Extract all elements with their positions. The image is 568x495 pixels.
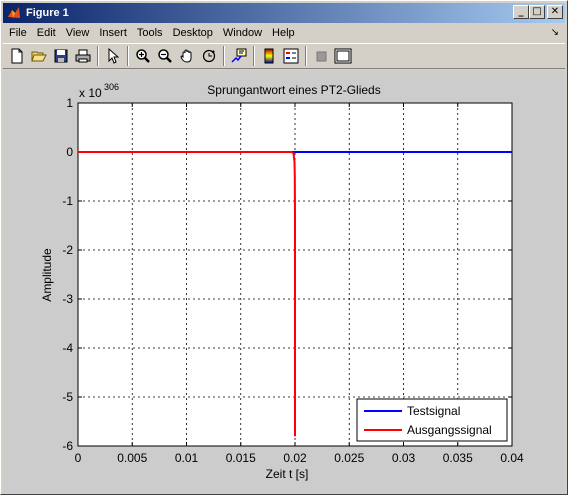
y-axis-label: Amplitude bbox=[40, 248, 54, 302]
hide-plot-tools-icon[interactable] bbox=[310, 45, 332, 67]
menu-tools[interactable]: Tools bbox=[132, 27, 168, 39]
open-file-icon[interactable] bbox=[28, 45, 50, 67]
zoom-out-icon[interactable] bbox=[154, 45, 176, 67]
y-tick-label: 0 bbox=[66, 145, 73, 159]
print-icon[interactable] bbox=[72, 45, 94, 67]
x-tick-label: 0.02 bbox=[283, 451, 307, 465]
y-tick-label: -3 bbox=[62, 292, 73, 306]
maximize-icon: □ bbox=[532, 6, 542, 17]
y-tick-label: -1 bbox=[62, 194, 73, 208]
legend-label-testsignal: Testsignal bbox=[407, 404, 460, 418]
figure-canvas[interactable]: 0 0.005 0.01 0.015 0.02 0.025 0.03 0.035 0.04 1 0-… bbox=[3, 71, 565, 493]
pan-icon[interactable] bbox=[176, 45, 198, 67]
toolbar-separator bbox=[127, 46, 129, 66]
x-tick-label: 0 bbox=[75, 451, 82, 465]
x-tick-label: 0.005 bbox=[117, 451, 147, 465]
legend-label-ausgangssignal: Ausgangssignal bbox=[407, 423, 492, 437]
menu-edit[interactable]: Edit bbox=[32, 27, 61, 39]
y-tick-label: -6 bbox=[62, 439, 73, 453]
zoom-in-icon[interactable] bbox=[132, 45, 154, 67]
menu-insert[interactable]: Insert bbox=[94, 27, 132, 39]
x-tick-label: 0.025 bbox=[334, 451, 364, 465]
menu-window[interactable]: Window bbox=[218, 27, 267, 39]
save-icon[interactable] bbox=[50, 45, 72, 67]
toolbar-separator bbox=[223, 46, 225, 66]
insert-colorbar-icon[interactable] bbox=[258, 45, 280, 67]
close-icon: ✕ bbox=[550, 6, 560, 17]
y-exponent-power: 306 bbox=[104, 82, 119, 92]
window-title: Figure 1 bbox=[26, 7, 69, 19]
minimize-button[interactable]: _ bbox=[513, 5, 529, 19]
dock-figure-icon[interactable]: ↘ bbox=[551, 27, 559, 38]
figure-window: Figure 1 _ □ ✕ File Edit View Insert Too… bbox=[0, 0, 568, 495]
menu-bar: File Edit View Insert Tools Desktop Wind… bbox=[3, 24, 565, 42]
insert-legend-icon[interactable] bbox=[280, 45, 302, 67]
minimize-icon: _ bbox=[518, 6, 524, 17]
y-exponent-base: x 10 bbox=[79, 86, 102, 100]
x-tick-label: 0.015 bbox=[226, 451, 256, 465]
rotate-3d-icon[interactable] bbox=[198, 45, 220, 67]
legend[interactable]: Testsignal Ausgangssignal bbox=[356, 398, 508, 442]
maximize-button[interactable]: □ bbox=[529, 5, 545, 19]
title-bar[interactable]: Figure 1 _ □ ✕ bbox=[3, 3, 565, 23]
y-tick-label: 1 bbox=[66, 96, 73, 110]
plot-svg: 0 0.005 0.01 0.015 0.02 0.025 0.03 0.035 0.0410-… bbox=[40, 82, 524, 481]
menu-view[interactable]: View bbox=[61, 27, 95, 39]
toolbar-separator bbox=[305, 46, 307, 66]
close-button[interactable]: ✕ bbox=[547, 5, 563, 19]
toolbar-separator bbox=[253, 46, 255, 66]
edit-plot-icon[interactable] bbox=[102, 45, 124, 67]
new-figure-icon[interactable] bbox=[6, 45, 28, 67]
x-tick-label: 0.035 bbox=[443, 451, 473, 465]
y-tick-label: -5 bbox=[62, 390, 73, 404]
x-tick-label: 0.01 bbox=[175, 451, 199, 465]
y-tick-label: -2 bbox=[62, 243, 73, 257]
x-axis-label: Zeit t [s] bbox=[266, 467, 309, 481]
toolbar-separator bbox=[97, 46, 99, 66]
show-plot-tools-icon[interactable] bbox=[332, 45, 354, 67]
matlab-logo-icon bbox=[6, 5, 22, 21]
menu-help[interactable]: Help bbox=[267, 27, 300, 39]
x-tick-label: 0.04 bbox=[500, 451, 524, 465]
chart-title: Sprungantwort eines PT2-Glieds bbox=[207, 83, 380, 97]
data-cursor-icon[interactable] bbox=[228, 45, 250, 67]
x-tick-label: 0.03 bbox=[392, 451, 416, 465]
menu-desktop[interactable]: Desktop bbox=[168, 27, 218, 39]
figure-toolbar bbox=[3, 43, 565, 69]
y-tick-label: -4 bbox=[62, 341, 73, 355]
menu-file[interactable]: File bbox=[3, 27, 32, 39]
